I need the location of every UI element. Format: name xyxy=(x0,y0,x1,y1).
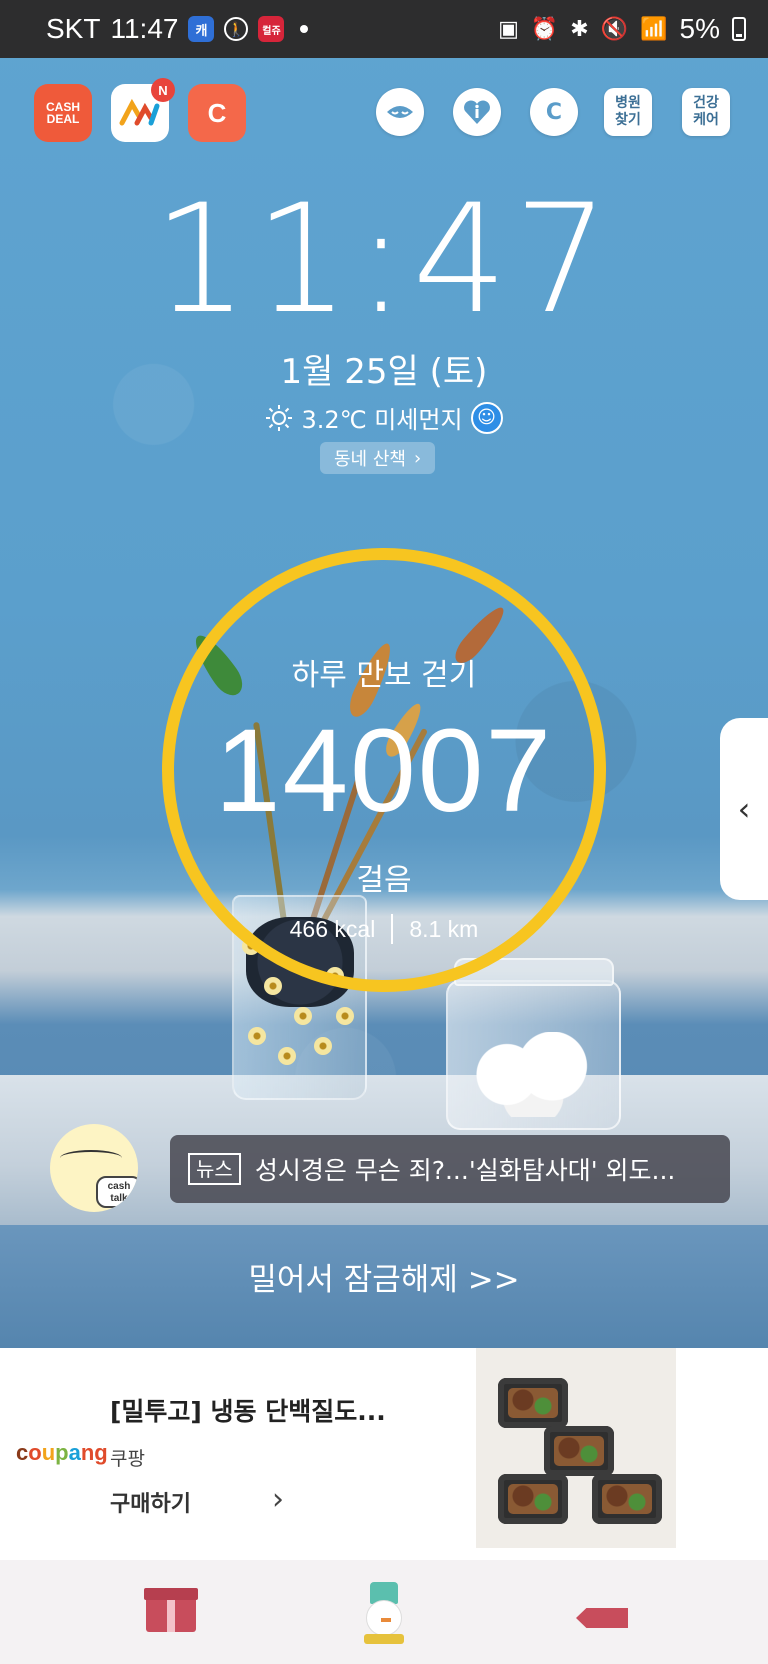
wifi-icon: 📶 xyxy=(640,16,668,41)
coupang-logo-letter: c xyxy=(16,1440,29,1465)
step-unit-label: 걸음 xyxy=(356,863,412,898)
snowman-icon[interactable] xyxy=(364,1582,404,1644)
health-care-button[interactable]: 건강 케어 xyxy=(682,88,730,136)
flower-pattern xyxy=(248,1027,266,1045)
cashwalk-paw-icon: C xyxy=(207,97,227,128)
hospital-finder-button[interactable]: 병원 찾기 xyxy=(604,88,652,136)
flower-pattern xyxy=(278,1047,296,1065)
heart-info-icon xyxy=(464,100,490,124)
glass-jar xyxy=(446,958,621,1130)
bluetooth-icon: ✱ xyxy=(570,16,589,41)
weather-text: 3.2℃ 미세먼지 xyxy=(301,406,463,434)
health-label-line2: 케어 xyxy=(693,112,719,128)
chevron-left-icon: ‹ xyxy=(737,790,751,828)
swipe-to-unlock[interactable]: 밀어서 잠금해제 >> xyxy=(0,1254,768,1299)
battery-icon xyxy=(732,17,746,41)
back-arrow-icon[interactable] xyxy=(576,1608,628,1628)
sleep-mask-icon xyxy=(387,106,413,118)
shortcut-row: CASH DEAL N C C 병원 찾기 건강 케어 xyxy=(0,78,768,146)
coupang-logo-letter: u xyxy=(41,1440,56,1465)
lockscreen-date: 1월 25일 (토) xyxy=(280,352,488,392)
sleep-mask-button[interactable] xyxy=(376,88,424,136)
handwriting-scribble xyxy=(60,1150,122,1166)
snowman-scarf xyxy=(364,1634,404,1644)
cashdeal-app-icon[interactable]: CASH DEAL xyxy=(34,84,92,142)
coupang-logo-letter: ng xyxy=(80,1440,108,1465)
gift-icon[interactable] xyxy=(144,1588,198,1632)
coupang-logo-letter: o xyxy=(28,1440,42,1465)
event-app-icon: 컬쥬 xyxy=(258,16,285,42)
flower-pattern xyxy=(314,1037,332,1055)
ad-title: [밀투고] 냉동 단백질도... xyxy=(110,1397,386,1426)
health-label-line1: 건강 xyxy=(693,95,719,111)
edge-panel-handle[interactable]: ‹ xyxy=(720,718,768,900)
health-care-label: 건강 케어 xyxy=(693,95,719,129)
flower-pattern xyxy=(264,977,282,995)
news-headline: 성시경은 무슨 죄?...'실화탐사대' 외도... xyxy=(254,1156,676,1185)
bottom-nav xyxy=(0,1560,768,1664)
news-badge: N xyxy=(151,78,175,102)
carrier-label: SKT xyxy=(46,13,101,44)
status-time: 11:47 xyxy=(110,13,179,44)
calories-value: 466 kcal xyxy=(289,915,376,942)
stats-divider xyxy=(391,914,394,944)
sun-icon xyxy=(266,404,293,431)
flower-pattern xyxy=(336,1007,354,1025)
meal-tray xyxy=(544,1426,614,1476)
flower-pattern xyxy=(294,1007,312,1025)
notification-dot-icon xyxy=(300,25,309,33)
coupang-logo: coupang xyxy=(16,1440,108,1466)
meal-tray xyxy=(592,1474,662,1524)
battery-percent: 5% xyxy=(679,13,720,44)
clock-text: 11:47 xyxy=(152,173,616,347)
cashtalk-avatar[interactable]: cash talk xyxy=(50,1124,138,1212)
meal-tray xyxy=(498,1378,568,1428)
cashdeal-label-line2: DEAL xyxy=(46,112,80,126)
ad-seller: 쿠팡 xyxy=(110,1448,145,1470)
info-heart-button[interactable] xyxy=(453,88,501,136)
status-bar: SKT 11:47 캐 🚶 컬쥬 ▣ ⏰ ✱ 🔇 📶 5% xyxy=(0,0,768,58)
air-quality-smile-icon: ☺ xyxy=(470,401,503,434)
distance-value: 8.1 km xyxy=(409,915,479,942)
coin-button[interactable]: C xyxy=(530,88,578,136)
cashtalk-bubble: cash talk xyxy=(96,1176,138,1208)
meal-tray xyxy=(498,1474,568,1524)
coupang-logo-letter: a xyxy=(68,1440,81,1465)
cashtalk-label-line2: talk xyxy=(110,1193,128,1204)
jar-cotton xyxy=(468,1032,598,1117)
alarm-icon: ⏰ xyxy=(530,16,559,41)
hospital-finder-label: 병원 찾기 xyxy=(615,95,641,129)
coin-icon: C xyxy=(545,99,563,125)
news-app-icon[interactable]: N xyxy=(111,78,175,142)
weather-row: 3.2℃ 미세먼지 ☺ xyxy=(0,400,768,435)
neighborhood-walk-button[interactable]: 동네 산책 › xyxy=(320,442,436,474)
chevron-right-icon: › xyxy=(413,447,422,469)
news-tag: 뉴스 xyxy=(188,1153,241,1185)
cashwalk-app-icon[interactable]: C xyxy=(188,84,246,142)
battery-saver-icon: ▣ xyxy=(498,16,519,41)
step-goal-title: 하루 만보 걷기 xyxy=(291,658,477,693)
coupang-logo-letter: p xyxy=(55,1440,69,1465)
mute-icon: 🔇 xyxy=(600,16,629,41)
news-logo-icon xyxy=(119,98,160,126)
step-stats-row: 466 kcal 8.1 km xyxy=(0,914,768,944)
chevron-right-icon: › xyxy=(272,1482,284,1517)
buy-button[interactable]: 구매하기 xyxy=(110,1486,191,1518)
hospital-label-line1: 병원 xyxy=(615,95,641,111)
hospital-label-line2: 찾기 xyxy=(615,112,641,128)
walking-icon: 🚶 xyxy=(224,17,249,41)
lockscreen-clock: 11:47 xyxy=(0,185,768,335)
walk-chip-label: 동네 산책 xyxy=(334,449,406,470)
coupang-ad[interactable]: coupang [밀투고] 냉동 단백질도... 쿠팡 구매하기 › xyxy=(0,1348,768,1560)
cashwalk-s-icon: 캐 xyxy=(188,16,215,42)
snowman-nose xyxy=(381,1618,391,1622)
step-count: 14007 xyxy=(214,705,554,837)
news-ticker[interactable]: 뉴스 성시경은 무슨 죄?...'실화탐사대' 외도... xyxy=(170,1135,730,1203)
ad-product-image xyxy=(476,1348,676,1548)
cashtalk-label-line1: cash xyxy=(107,1181,131,1192)
